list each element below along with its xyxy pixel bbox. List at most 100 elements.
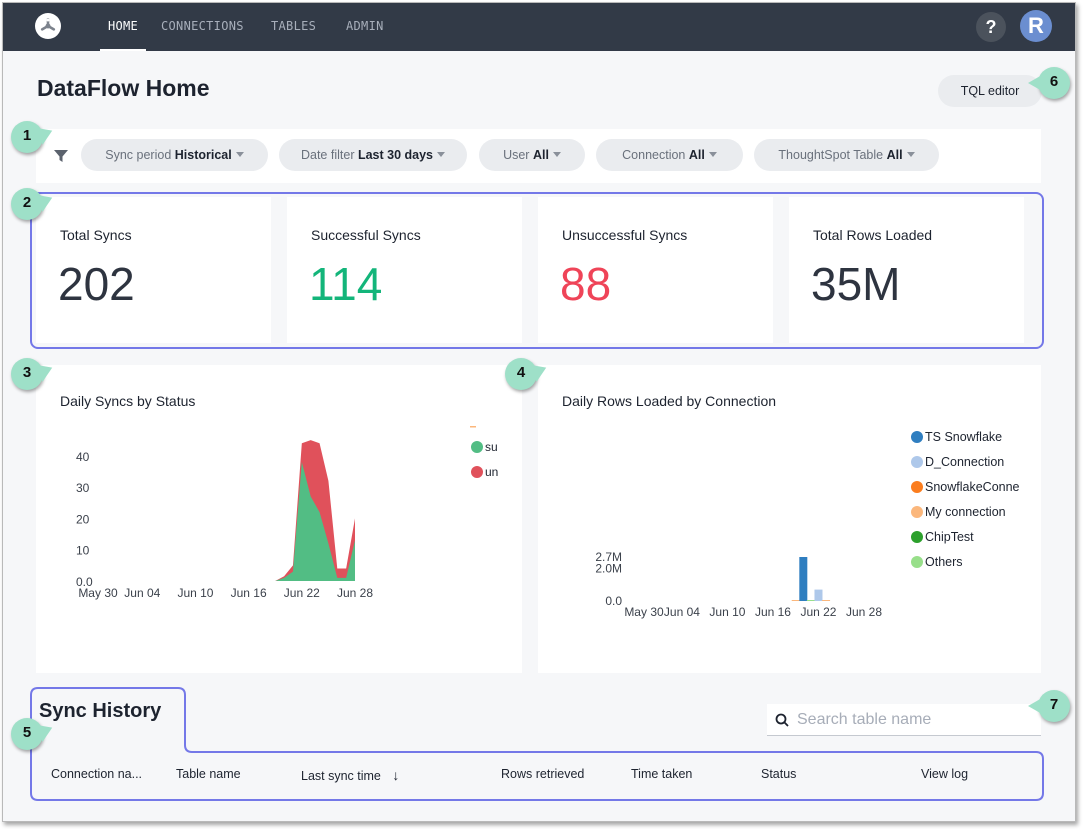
- x-tick-label: Jun 28: [337, 586, 373, 600]
- legend-label: D_Connection: [925, 455, 1004, 469]
- x-tick-label: Jun 22: [800, 605, 836, 619]
- legend-marker: [911, 506, 923, 518]
- filter-value: All: [688, 148, 705, 162]
- kpi-value: 35M: [811, 258, 901, 310]
- nav-tab-tables[interactable]: TABLES: [271, 3, 316, 51]
- filter-label: ThoughtSpot Table: [778, 148, 884, 162]
- y-tick-label: 30: [76, 481, 90, 495]
- x-tick-label: Jun 16: [755, 605, 791, 619]
- x-tick-label: Jun 10: [709, 605, 745, 619]
- y-tick-label: 2.7M: [595, 550, 622, 564]
- column-header-rows-retrieved[interactable]: Rows retrieved: [501, 767, 584, 781]
- column-header-connection-name[interactable]: Connection na...: [51, 767, 142, 781]
- caret-down-icon: [235, 152, 244, 157]
- legend-marker: [911, 531, 923, 543]
- filter-value: All: [886, 148, 903, 162]
- filter-label: User: [503, 148, 530, 162]
- daily-rows-bar-chart: 0.02.0M2.7MMay 30 Jun 04 Jun 10 Jun 16 Jun 2…: [595, 430, 1019, 619]
- x-tick-label: Jun 28: [846, 605, 882, 619]
- legend-marker: [471, 441, 483, 453]
- kpi-value: 114: [309, 258, 383, 310]
- x-tick-label: May 30: [78, 586, 118, 600]
- filter-sync-period[interactable]: Sync period Historical: [81, 139, 268, 171]
- legend-label: ChipTest: [925, 530, 974, 544]
- column-label: Last sync time: [301, 769, 381, 783]
- kpi-card-total-syncs: Total Syncs 202: [36, 197, 271, 343]
- kpi-card-successful-syncs: Successful Syncs 114: [287, 197, 522, 343]
- column-header-time-taken[interactable]: Time taken: [631, 767, 692, 781]
- user-avatar[interactable]: R: [1020, 10, 1052, 42]
- nav-tab-connections[interactable]: CONNECTIONS: [161, 3, 244, 51]
- top-navigation: HOME CONNECTIONS TABLES ADMIN ? R: [3, 3, 1075, 51]
- kpi-value: 202: [58, 258, 135, 310]
- callout-badge: 1: [11, 121, 43, 153]
- legend-marker: [911, 556, 923, 568]
- filter-label: Connection: [622, 148, 686, 162]
- chart-card-daily-syncs: Daily Syncs by Status 0.0 10 20 30 40 May 30 J…: [36, 365, 522, 673]
- y-tick-label: 20: [76, 512, 90, 526]
- help-button[interactable]: ?: [976, 12, 1006, 42]
- legend-marker: [911, 431, 923, 443]
- column-header-last-sync-time[interactable]: Last sync time ↓: [301, 767, 399, 783]
- nav-tab-home[interactable]: HOME: [100, 3, 146, 51]
- bar: [799, 557, 808, 601]
- column-header-status[interactable]: Status: [761, 767, 796, 781]
- caret-down-icon: [906, 152, 915, 157]
- column-header-view-log[interactable]: View log: [921, 767, 968, 781]
- arrow-down-icon[interactable]: ↓: [392, 767, 399, 783]
- bar: [791, 600, 800, 601]
- legend-label: Others: [925, 555, 963, 569]
- x-tick-label: Jun 04: [664, 605, 700, 619]
- filter-value: Last 30 days: [357, 148, 434, 162]
- filter-value: All: [532, 148, 549, 162]
- filter-label: Sync period: [105, 148, 172, 162]
- dataflow-logo-icon[interactable]: [35, 13, 61, 39]
- filter-icon[interactable]: [54, 149, 68, 168]
- app-window: HOME CONNECTIONS TABLES ADMIN ? R DataFl…: [2, 2, 1076, 822]
- tql-editor-button[interactable]: TQL editor: [938, 75, 1042, 107]
- filter-user[interactable]: User All: [479, 139, 585, 171]
- caret-down-icon: [437, 152, 446, 157]
- legend-label: TS Snowflake: [925, 430, 1002, 444]
- page-title: DataFlow Home: [37, 75, 210, 101]
- legend-partial-marker: [470, 426, 476, 428]
- caret-down-icon: [708, 152, 717, 157]
- bar: [806, 600, 815, 601]
- sync-history-title: Sync History: [39, 700, 162, 722]
- kpi-value: 88: [560, 258, 612, 310]
- bar: [814, 589, 823, 601]
- filter-connection[interactable]: Connection All: [596, 139, 743, 171]
- kpi-label: Total Rows Loaded: [813, 227, 933, 243]
- search-table-field[interactable]: [767, 704, 1041, 736]
- kpi-card-unsuccessful-syncs: Unsuccessful Syncs 88: [538, 197, 773, 343]
- kpi-label: Total Syncs: [60, 227, 132, 243]
- legend-marker: [911, 481, 923, 493]
- callout-badge: 2: [11, 188, 43, 220]
- x-tick-label: Jun 10: [177, 586, 213, 600]
- x-tick-label: Jun 22: [284, 586, 320, 600]
- legend-label: un: [485, 465, 498, 479]
- callout-badge: 7: [1028, 690, 1070, 722]
- caret-down-icon: [552, 152, 561, 157]
- filter-value: Historical: [174, 148, 232, 162]
- column-header-table-name[interactable]: Table name: [176, 767, 241, 781]
- legend-label: su: [485, 440, 498, 454]
- y-tick-label: 0.0: [605, 594, 622, 608]
- nav-tab-admin[interactable]: ADMIN: [346, 3, 384, 51]
- filter-thoughtspot-table[interactable]: ThoughtSpot Table All: [754, 139, 939, 171]
- kpi-label: Unsuccessful Syncs: [562, 227, 688, 243]
- kpi-card-total-rows-loaded: Total Rows Loaded 35M: [789, 197, 1024, 343]
- search-table-input[interactable]: [797, 708, 1033, 732]
- x-tick-label: Jun 04: [124, 586, 160, 600]
- search-icon: [775, 713, 789, 732]
- kpi-label: Successful Syncs: [311, 227, 421, 243]
- bar: [822, 600, 831, 601]
- y-tick-label: 40: [76, 450, 90, 464]
- filter-label: Date filter: [300, 148, 355, 162]
- chart-card-daily-rows: Daily Rows Loaded by Connection 0.0 2.0M 2…: [538, 365, 1041, 673]
- callout-badge: 6: [1028, 67, 1070, 99]
- daily-syncs-area-chart: 0.010203040May 30 Jun 04 Jun 10 Jun 16 Jun 2…: [76, 426, 498, 600]
- filter-date[interactable]: Date filter Last 30 days: [279, 139, 467, 171]
- callout-badge: 5: [11, 718, 43, 750]
- callout-badge: 4: [505, 358, 537, 390]
